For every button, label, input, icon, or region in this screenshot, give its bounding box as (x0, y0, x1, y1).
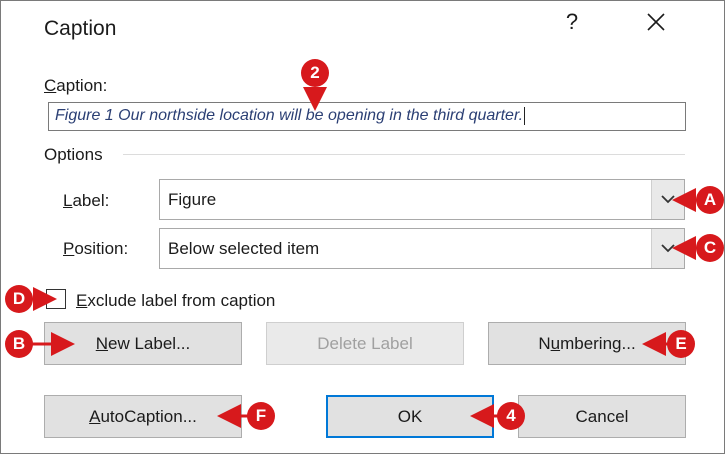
callout-arrows (31, 87, 699, 428)
caption-dialog: Caption ? Caption: Figure 1 Our northsid… (0, 0, 725, 454)
callout-d: D (5, 285, 33, 313)
callout-a: A (696, 186, 724, 214)
callout-b: B (5, 330, 33, 358)
callout-c: C (696, 234, 724, 262)
callout-2: 2 (301, 59, 329, 87)
callout-e: E (667, 330, 695, 358)
callout-f: F (247, 402, 275, 430)
callout-4: 4 (497, 402, 525, 430)
